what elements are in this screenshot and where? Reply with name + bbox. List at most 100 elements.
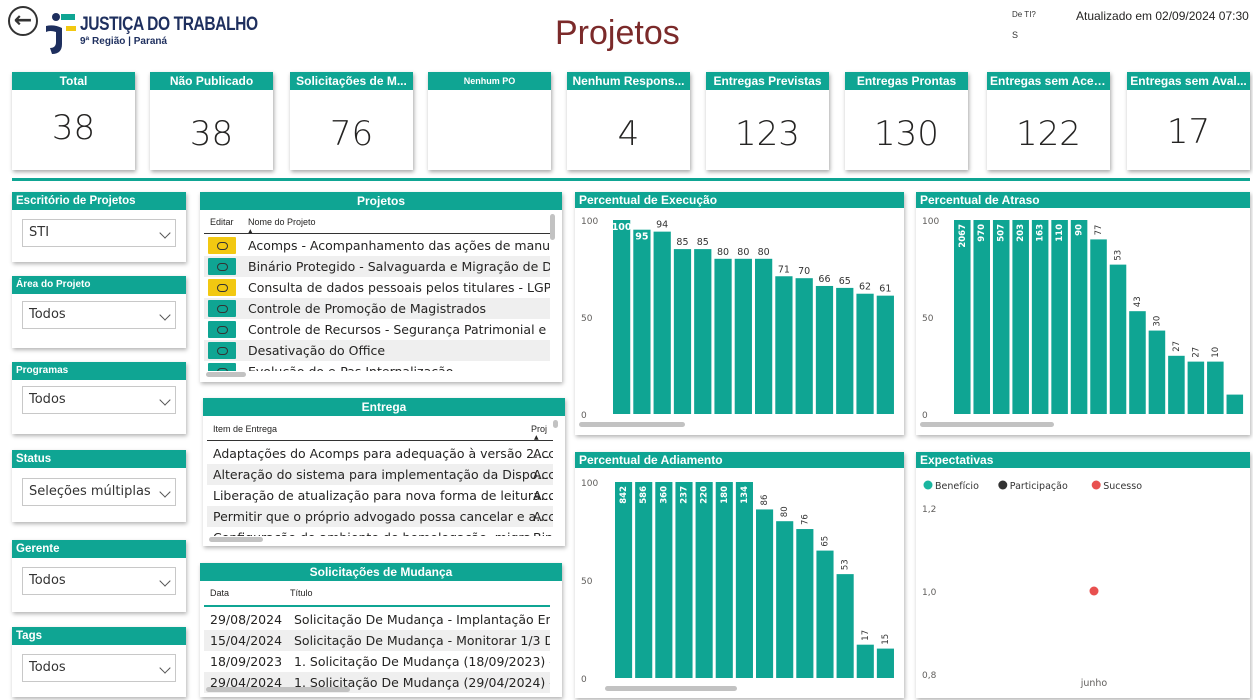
kpi-value: 4 (617, 114, 640, 154)
data-label: 507 (997, 224, 1007, 242)
column-header-editar[interactable]: Editar (210, 217, 234, 227)
link-icon[interactable] (208, 300, 236, 317)
table-row[interactable]: Evolução do e-Pas Internalização (204, 361, 550, 371)
link-icon[interactable] (208, 279, 236, 296)
data-point (1089, 586, 1099, 596)
de-ti-label: De TI? (1012, 10, 1036, 19)
bar (856, 644, 874, 678)
bar-chart-adiamento: 0 50 100 842 586 360 237 220 180 134 86 80 76 65 53 17 1… (581, 479, 894, 685)
kpi-card-solicitacoes: Solicitações de M... 76 (290, 72, 413, 170)
legend-marker (923, 480, 933, 490)
data-label: 90 (1075, 224, 1085, 236)
delivery-item: Liberação de atualização para nova forma… (213, 488, 553, 503)
org-name: JUSTIÇA DO TRABALHO (80, 14, 258, 35)
table-row[interactable]: Configuração do ambiente de homologação,… (207, 527, 553, 536)
data-label: 203 (1016, 224, 1026, 242)
kpi-label: Nenhum PO (428, 72, 551, 90)
horizontal-scrollbar[interactable] (579, 422, 685, 427)
bar (1226, 394, 1244, 414)
bar (816, 550, 834, 678)
data-label: 134 (740, 486, 750, 504)
y-tick-label: 0,8 (922, 671, 937, 681)
bar (836, 574, 854, 678)
slicer-value: Todos (29, 573, 66, 588)
slicer-tags: Tags Todos (12, 627, 186, 697)
horizontal-scrollbar[interactable] (605, 686, 737, 691)
column-header-titulo[interactable]: Título (290, 588, 313, 598)
slicer-dropdown[interactable]: Todos (22, 654, 176, 682)
change-date: 18/09/2023 (210, 654, 283, 669)
bar (673, 249, 692, 414)
table-row[interactable]: Binário Protegido - Salvaguarda e Migraç… (204, 256, 550, 277)
link-icon[interactable] (208, 321, 236, 338)
horizontal-scrollbar[interactable] (209, 537, 263, 542)
data-label: 95 (635, 232, 648, 243)
table-row[interactable]: Controle de Recursos - Segurança Patrimo… (204, 319, 550, 340)
column-header-nome[interactable]: Nome do Projeto (248, 217, 316, 227)
data-label: 86 (760, 495, 770, 506)
chevron-down-icon (159, 394, 171, 406)
bar (715, 482, 733, 678)
change-title: 1. Solicitação De Mudança (18/09/2023) -… (294, 654, 550, 669)
horizontal-scrollbar[interactable] (920, 422, 1054, 427)
slicer-dropdown[interactable]: Todos (22, 301, 176, 329)
table-row[interactable]: Adaptações do Acomps para adequação à ve… (207, 443, 553, 464)
table-row[interactable]: Alteração do sistema para implementação … (207, 464, 553, 485)
data-label: 80 (737, 247, 749, 258)
table-row[interactable]: Liberação de atualização para nova forma… (207, 485, 553, 506)
link-icon[interactable] (208, 363, 236, 371)
table-row[interactable]: Acomps - Acompanhamento das ações de man… (204, 235, 550, 256)
y-tick-label: 1,0 (922, 588, 937, 598)
bar (714, 258, 732, 414)
table-row[interactable]: 29/08/2024 Solicitação De Mudança - Impl… (204, 609, 550, 630)
bar (694, 249, 712, 414)
slicer-title: Status (12, 450, 186, 468)
justica-do-trabalho-logo (46, 13, 76, 54)
slicer-dropdown[interactable]: Seleções múltiplas (22, 478, 176, 506)
slicer-dropdown[interactable]: Todos (22, 567, 176, 595)
vertical-scrollbar[interactable] (550, 214, 555, 240)
table-row[interactable]: Consulta de dados pessoais pelos titular… (204, 277, 550, 298)
bar (735, 482, 753, 678)
data-label: 85 (676, 237, 688, 248)
vertical-scrollbar[interactable] (553, 420, 558, 428)
change-date: 29/08/2024 (210, 612, 283, 627)
link-icon[interactable] (208, 342, 236, 359)
de-ti-value[interactable]: S (1012, 30, 1018, 40)
legend-marker (998, 480, 1008, 490)
bar (876, 295, 894, 414)
slicer-dropdown[interactable]: Todos (22, 386, 176, 414)
delivery-item: Permitir que o próprio advogado possa ca… (213, 509, 549, 524)
chevron-down-icon (159, 227, 171, 239)
bar (613, 220, 631, 414)
back-arrow-icon[interactable]: ← (8, 6, 38, 36)
delivery-item: Configuração do ambiente de homologação,… (213, 527, 543, 536)
table-row[interactable]: Desativação do Office (204, 340, 550, 361)
horizontal-scrollbar[interactable] (206, 687, 350, 692)
updated-timestamp: Atualizado em 02/09/2024 07:30 (1076, 9, 1249, 23)
table-row[interactable]: 18/09/2023 1. Solicitação De Mudança (18… (204, 651, 550, 672)
project-name: Acomps - Acompanhamento das ações de man… (248, 238, 550, 253)
y-tick-label: 100 (581, 479, 598, 489)
y-tick-label: 100 (922, 217, 939, 227)
table-row[interactable]: 15/04/2024 Solicitação De Mudança - Moni… (204, 630, 550, 651)
table-row[interactable]: Controle de Promoção de Magistrados (204, 298, 550, 319)
slicer-dropdown[interactable]: STI (22, 219, 176, 247)
kpi-card-total: Total 38 (12, 72, 135, 170)
data-label: 360 (659, 486, 669, 504)
kpi-card-entregas-sem-avaliacao: Entregas sem Aval... 17 (1127, 72, 1250, 170)
section-divider (12, 178, 1250, 181)
data-label: 842 (619, 486, 629, 504)
column-header-item[interactable]: Item de Entrega (213, 424, 277, 434)
column-header-data[interactable]: Data (210, 588, 229, 598)
table-row[interactable]: Permitir que o próprio advogado possa ca… (207, 506, 553, 527)
horizontal-scrollbar[interactable] (206, 372, 246, 377)
link-icon[interactable] (208, 237, 236, 254)
bar (633, 229, 651, 414)
kpi-value: 130 (874, 114, 939, 154)
kpi-value: 76 (329, 114, 374, 154)
table-title: Projetos (200, 192, 562, 210)
kpi-value: 122 (1016, 114, 1081, 154)
link-icon[interactable] (208, 258, 236, 275)
column-header-projeto[interactable]: Proj (531, 424, 547, 434)
